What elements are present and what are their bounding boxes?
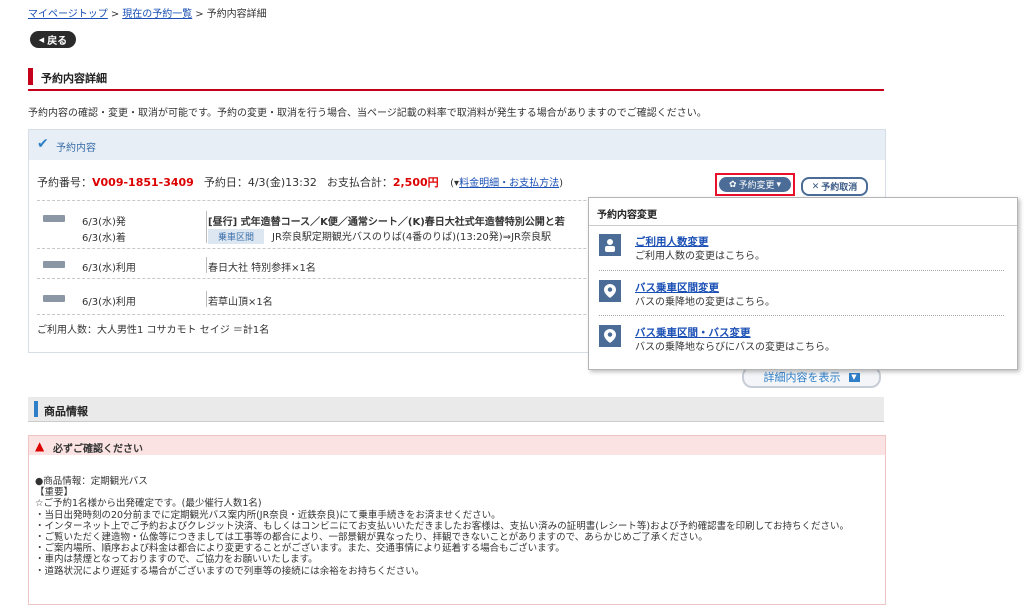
cancel-button-label: 予約取消 bbox=[821, 183, 858, 193]
reservation-date-label: 予約日： bbox=[203, 176, 248, 189]
notice-line: ・車内は禁煙となっておりますので、ご協力をお願いいたします。 bbox=[35, 554, 318, 566]
location-pin-icon bbox=[599, 280, 621, 302]
page-title: 予約内容詳細 bbox=[41, 72, 107, 85]
notice-line: ・当日出発時刻の20分前までに定期観光バス案内所(JR奈良・近鉄奈良)にて乗車手… bbox=[35, 509, 501, 521]
notice-line: ・ご案内場所、順序および料金は都合により変更することがございます。また、交通事情… bbox=[35, 543, 565, 555]
reservation-number: V009-1851-3409 bbox=[92, 176, 194, 189]
fee-link[interactable]: (▾料金明細・お支払方法) bbox=[450, 178, 563, 189]
arrival-date: 6/3(水)着 bbox=[82, 233, 126, 244]
back-button[interactable]: ◀ 戻る bbox=[30, 31, 76, 48]
total-amount: 2,500円 bbox=[392, 176, 439, 189]
reservation-date: 4/3(金)13:32 bbox=[247, 176, 317, 189]
gear-icon: ✿ bbox=[728, 179, 737, 190]
reservation-header-label: 予約内容 bbox=[56, 143, 96, 154]
change-button-highlight: ✿ 予約変更 ▾ bbox=[715, 173, 795, 196]
change-reservation-button[interactable]: ✿ 予約変更 ▾ bbox=[719, 177, 791, 192]
fee-link-text[interactable]: 料金明細・お支払方法 bbox=[459, 178, 559, 189]
breadcrumb-current: 予約内容詳細 bbox=[206, 9, 267, 20]
back-button-label: 戻る bbox=[47, 36, 68, 47]
close-icon: ✕ bbox=[811, 181, 820, 192]
breadcrumb: マイページトップ > 現在の予約一覧 > 予約内容詳細 bbox=[28, 5, 267, 20]
total-label: お支払合計： bbox=[326, 176, 393, 189]
departure-date: 6/3(水)発 bbox=[82, 217, 126, 228]
location-pin-icon bbox=[599, 325, 621, 347]
notice-line: ☆ご予約1名様から出発確定です。(最少催行人数1名) bbox=[35, 498, 262, 510]
chevron-down-icon: ▾ bbox=[776, 179, 782, 190]
check-icon: ✔ bbox=[37, 136, 49, 152]
menu-item-change-segment[interactable]: バス乗車区間変更 バスの乗降地の変更はこちら。 bbox=[599, 280, 1004, 310]
notice-header: ▲ 必ずご確認ください bbox=[29, 436, 885, 455]
segment-chip: 乗車区間 bbox=[208, 229, 265, 244]
option-desc: 春日大社 特別参拝×1名 bbox=[208, 263, 316, 274]
breadcrumb-mypage-link[interactable]: マイページトップ bbox=[28, 9, 108, 20]
menu-item-desc: ご利用人数の変更はこちら。 bbox=[635, 251, 765, 262]
usage-date: 6/3(水)利用 bbox=[82, 263, 136, 274]
notice-body: ●商品情報：定期観光バス 【重要】 ☆ご予約1名様から出発確定です。(最少催行人… bbox=[35, 476, 849, 577]
notice-line: 【重要】 bbox=[35, 487, 74, 499]
menu-item-desc: バスの乗降地の変更はこちら。 bbox=[635, 297, 775, 308]
chevron-down-icon: ▼ bbox=[848, 372, 860, 382]
popup-header: 予約内容変更 bbox=[589, 198, 1017, 226]
reservation-header: ✔ 予約内容 bbox=[29, 130, 885, 160]
page-title-bar: 予約内容詳細 bbox=[28, 67, 884, 91]
cancel-reservation-button[interactable]: ✕ 予約取消 bbox=[801, 177, 868, 196]
person-icon bbox=[599, 234, 621, 256]
section-accent bbox=[34, 401, 38, 417]
popup-title: 予約内容変更 bbox=[597, 210, 657, 221]
change-menu-popup: 予約内容変更 ご利用人数変更 ご利用人数の変更はこちら。 バス乗車区間変更 バス… bbox=[588, 197, 1018, 370]
option-desc: 若草山頂×1名 bbox=[208, 297, 273, 308]
bus-icon bbox=[43, 215, 65, 222]
notice-line: ・インターネット上でご予約およびクレジット決済、もしくはコンビニにてお支払いいた… bbox=[35, 520, 850, 532]
menu-item-change-segment-bus[interactable]: バス乗車区間・バス変更 バスの乗降地ならびにバスの変更はこちら。 bbox=[599, 325, 1004, 355]
bus-icon bbox=[43, 261, 65, 268]
notice-line: ・ご覧いただく建造物・仏像等につきましては工事等の都合により、一部景観が異なった… bbox=[35, 532, 708, 544]
reservation-number-label: 予約番号： bbox=[37, 176, 92, 189]
back-arrow-icon: ◀ bbox=[38, 35, 45, 44]
notice-line: ●商品情報：定期観光バス bbox=[35, 476, 148, 487]
product-title: 商品情報 bbox=[44, 405, 88, 418]
breadcrumb-reservations-link[interactable]: 現在の予約一覧 bbox=[122, 9, 192, 20]
intro-text: 予約内容の確認・変更・取消が可能です。予約の変更・取消を行う場合、当ページ記載の… bbox=[28, 108, 707, 119]
bus-icon bbox=[43, 295, 65, 302]
show-details-label: 詳細内容を表示 bbox=[763, 371, 841, 384]
route-text: JR奈良駅定期観光バスのりば(4番のりば)(13:20発)⇒JR奈良駅 bbox=[272, 232, 551, 243]
notice-title: 必ずご確認ください bbox=[53, 444, 143, 455]
menu-item-desc: バスの乗降地ならびにバスの変更はこちら。 bbox=[635, 342, 835, 353]
breadcrumb-separator: > bbox=[110, 9, 120, 20]
title-accent bbox=[28, 68, 33, 85]
notice-panel: ▲ 必ずご確認ください ●商品情報：定期観光バス 【重要】 ☆ご予約1名様から出… bbox=[28, 435, 886, 605]
notice-line: ・道路状況により遅延する場合がございますので列車等の接続には余裕をお持ちください… bbox=[35, 565, 425, 577]
reservation-summary: 予約番号：V009-1851-3409 予約日：4/3(金)13:32 お支払合計：… bbox=[37, 174, 563, 190]
route-info: 乗車区間 JR奈良駅定期観光バスのりば(4番のりば)(13:20発)⇒JR奈良駅 bbox=[208, 228, 551, 244]
change-button-label: 予約変更 bbox=[738, 181, 775, 191]
users-count: ご利用人数：大人男性1 コサカモト セイジ ＝計1名 bbox=[37, 325, 270, 336]
warning-icon: ▲ bbox=[35, 439, 45, 453]
menu-item-change-people[interactable]: ご利用人数変更 ご利用人数の変更はこちら。 bbox=[599, 234, 1004, 264]
product-section-title: 商品情報 bbox=[28, 397, 884, 422]
tour-title: [昼行] 式年造替コース／K便／通常シート／(K)春日大社式年造替特別公開と若 bbox=[208, 217, 565, 228]
breadcrumb-separator: > bbox=[195, 9, 204, 20]
usage-date: 6/3(水)利用 bbox=[82, 297, 136, 308]
